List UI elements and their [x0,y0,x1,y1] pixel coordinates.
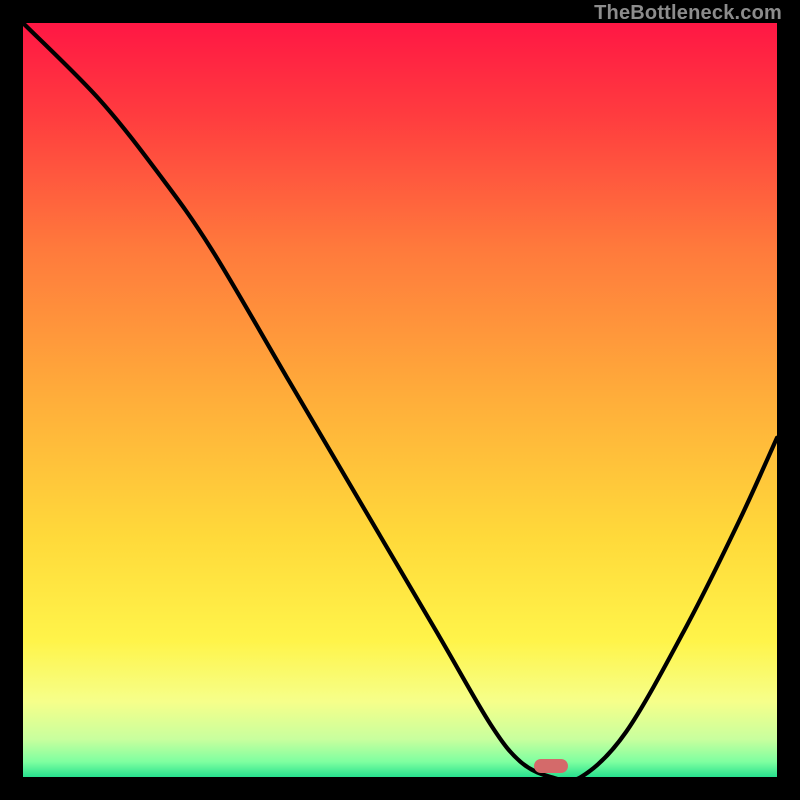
watermark-text: TheBottleneck.com [594,2,782,25]
bottleneck-curve [23,23,777,777]
chart-frame: TheBottleneck.com [0,0,800,800]
plot-area [23,23,777,777]
optimal-marker [534,759,568,773]
